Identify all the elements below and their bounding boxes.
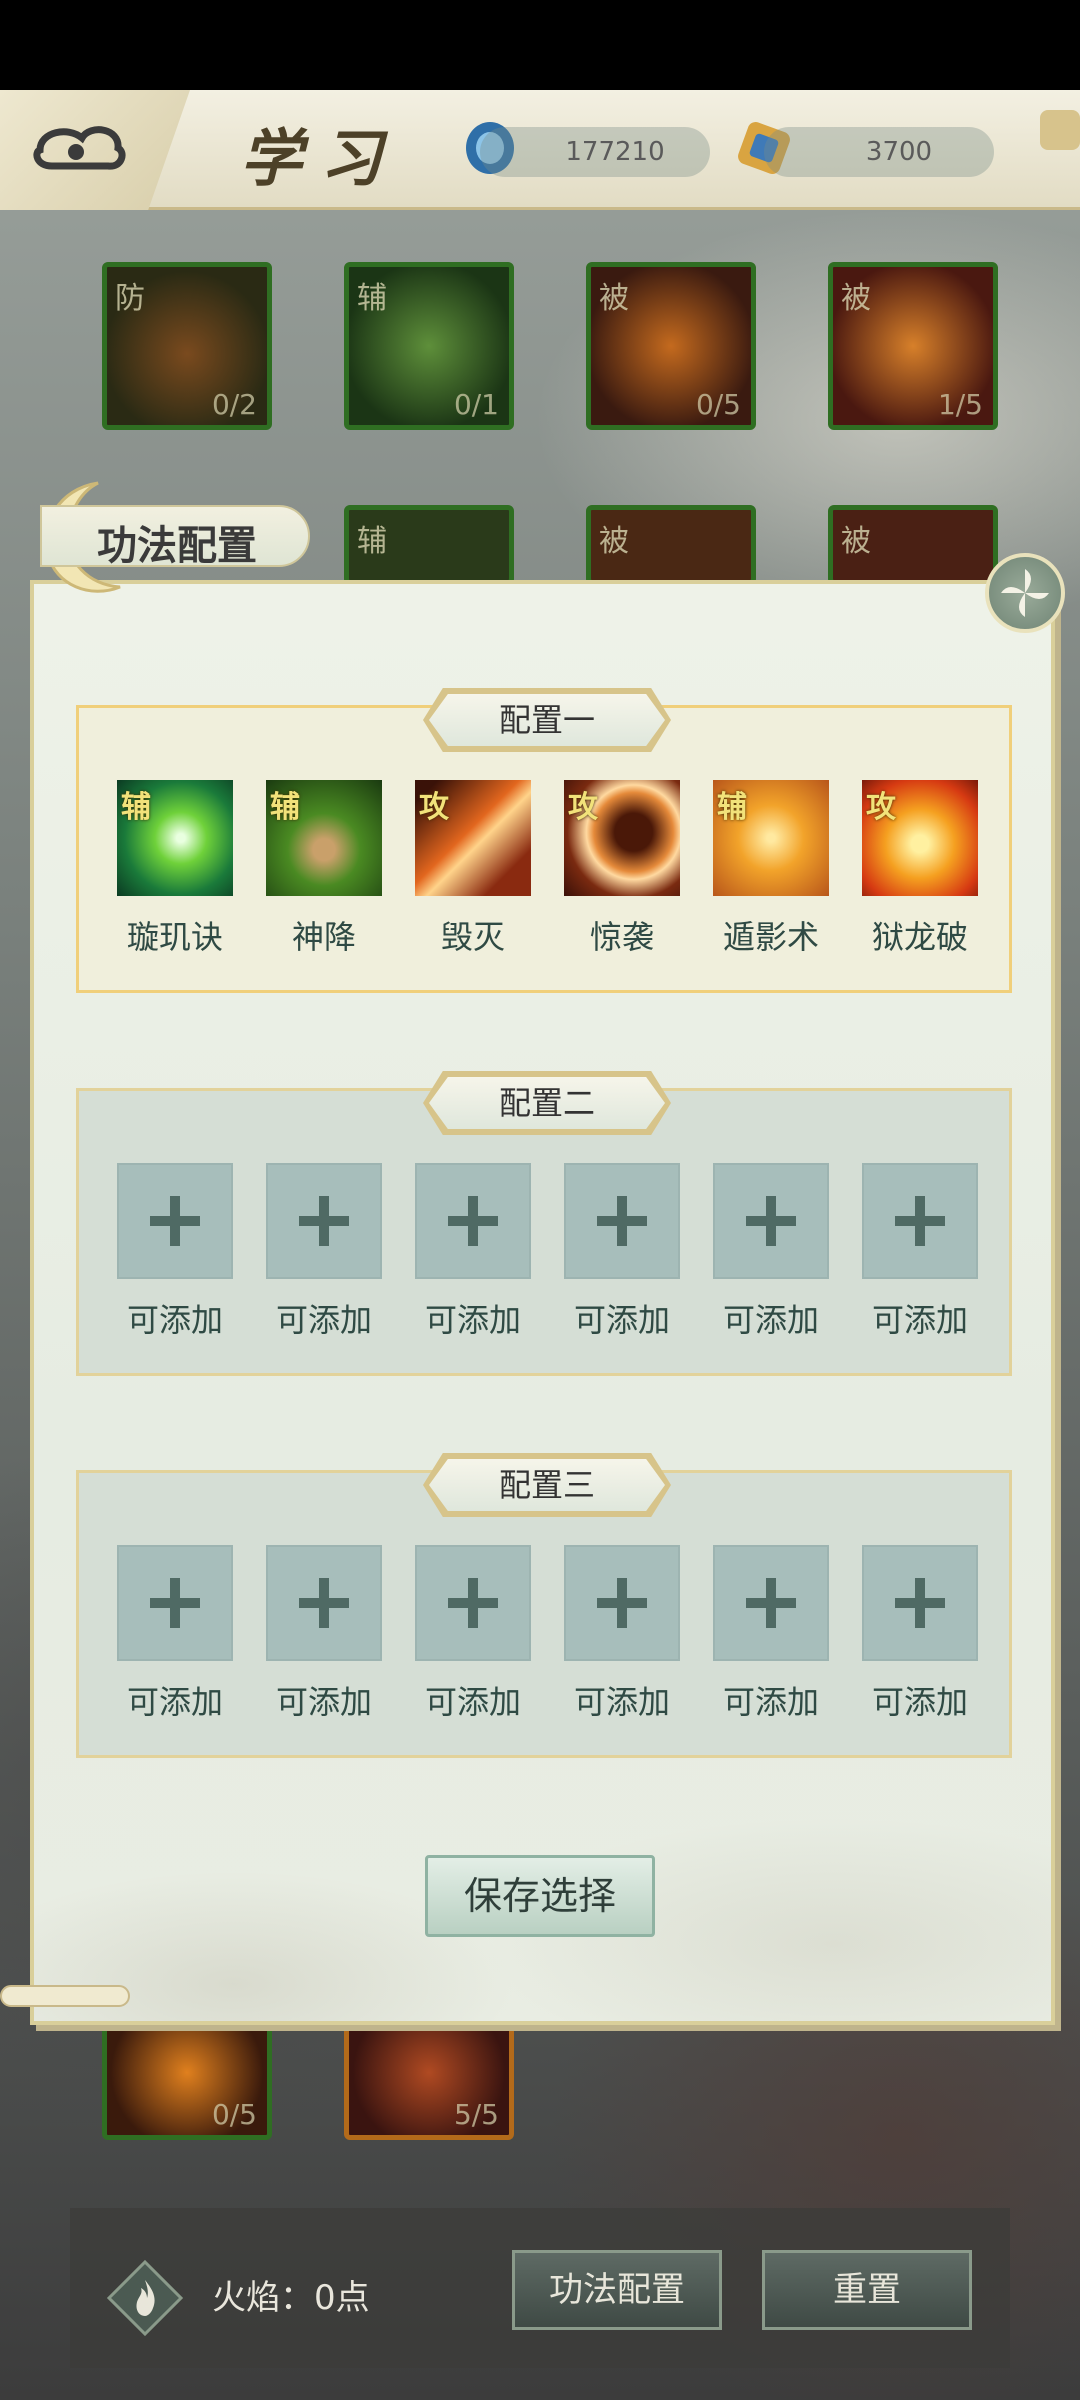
bg-skill-tile[interactable]: 辅 <box>344 505 514 585</box>
plus-icon <box>299 1578 349 1628</box>
skill-slot[interactable]: 攻 狱龙破 <box>862 780 978 958</box>
plus-icon <box>150 1196 200 1246</box>
meditating-monk-icon: 辅 <box>266 780 382 896</box>
bg-skill-tile[interactable]: 辅 0/1 <box>344 262 514 430</box>
plus-icon <box>597 1196 647 1246</box>
status-bar <box>0 0 1080 90</box>
fire-slash-icon: 攻 <box>415 780 531 896</box>
empty-skill-slot[interactable]: 可添加 <box>415 1163 531 1341</box>
empty-skill-slot[interactable]: 可添加 <box>564 1545 680 1723</box>
config-section-2: 配置二 可添加 可添加 可添加 可添加 可添加 可添加 <box>76 1071 1012 1376</box>
boot-icon: 辅 <box>713 780 829 896</box>
bg-skill-tile[interactable]: 被 <box>586 505 756 585</box>
plus-icon <box>746 1578 796 1628</box>
config-section-1: 配置一 辅 璇玑诀 辅 神降 攻 毁灭 攻 惊袭 辅 遁影术 攻 狱龙破 <box>76 688 1012 993</box>
bg-skill-tile[interactable]: 被 <box>828 505 998 585</box>
currency-gem-value: 177210 <box>480 127 710 177</box>
flame-points-text: 火焰：0点 <box>212 2278 370 2318</box>
empty-skill-slot[interactable]: 可添加 <box>117 1545 233 1723</box>
bg-skill-tile[interactable]: 防 0/2 <box>102 262 272 430</box>
plus-icon <box>597 1578 647 1628</box>
page-title: 学习 <box>240 122 401 195</box>
plus-icon <box>746 1196 796 1246</box>
empty-skill-slot[interactable]: 可添加 <box>564 1163 680 1341</box>
skill-slot[interactable]: 辅 神降 <box>266 780 382 958</box>
plus-icon <box>448 1196 498 1246</box>
empty-skill-slot[interactable]: 可添加 <box>713 1163 829 1341</box>
empty-skill-slot[interactable]: 可添加 <box>266 1545 382 1723</box>
plus-icon <box>448 1578 498 1628</box>
green-swirl-icon: 辅 <box>117 780 233 896</box>
skill-slot[interactable]: 辅 璇玑诀 <box>117 780 233 958</box>
plus-icon <box>895 1578 945 1628</box>
config-title: 配置二 <box>429 1077 665 1129</box>
bg-skill-tile[interactable]: 被 0/5 <box>586 262 756 430</box>
dragon-fire-icon: 攻 <box>862 780 978 896</box>
save-button[interactable]: 保存选择 <box>425 1855 655 1937</box>
close-button[interactable] <box>985 553 1065 633</box>
config-title: 配置一 <box>429 694 665 746</box>
dialog-title: 功法配置 <box>97 523 257 569</box>
config-title: 配置三 <box>429 1459 665 1511</box>
skill-slot[interactable]: 辅 遁影术 <box>713 780 829 958</box>
reset-button[interactable]: 重置 <box>762 2250 972 2330</box>
empty-skill-slot[interactable]: 可添加 <box>713 1545 829 1723</box>
empty-skill-slot[interactable]: 可添加 <box>862 1545 978 1723</box>
empty-skill-slot[interactable]: 可添加 <box>415 1545 531 1723</box>
empty-skill-slot[interactable]: 可添加 <box>117 1163 233 1341</box>
skill-slot[interactable]: 攻 毁灭 <box>415 780 531 958</box>
empty-skill-slot[interactable]: 可添加 <box>266 1163 382 1341</box>
crescent-strike-icon: 攻 <box>564 780 680 896</box>
plus-icon <box>150 1578 200 1628</box>
flame-icon <box>106 2259 184 2337</box>
dialog-title-tab: 功法配置 <box>40 505 310 569</box>
menu-icon[interactable] <box>1040 110 1080 150</box>
config-section-3: 配置三 可添加 可添加 可添加 可添加 可添加 可添加 <box>76 1453 1012 1758</box>
config-button[interactable]: 功法配置 <box>512 2250 722 2330</box>
bg-skill-tile[interactable]: 被 1/5 <box>828 262 998 430</box>
close-pinwheel-icon <box>1001 569 1049 617</box>
currency-coin-value: 3700 <box>764 127 994 177</box>
skill-slot[interactable]: 攻 惊袭 <box>564 780 680 958</box>
cloud-back-icon <box>33 126 126 170</box>
bg-skill-tile[interactable]: 0/5 <box>102 2010 272 2140</box>
empty-skill-slot[interactable]: 可添加 <box>862 1163 978 1341</box>
scroll-decoration <box>0 1985 130 2007</box>
plus-icon <box>895 1196 945 1246</box>
plus-icon <box>299 1196 349 1246</box>
bg-skill-tile[interactable]: 5/5 <box>344 2010 514 2140</box>
